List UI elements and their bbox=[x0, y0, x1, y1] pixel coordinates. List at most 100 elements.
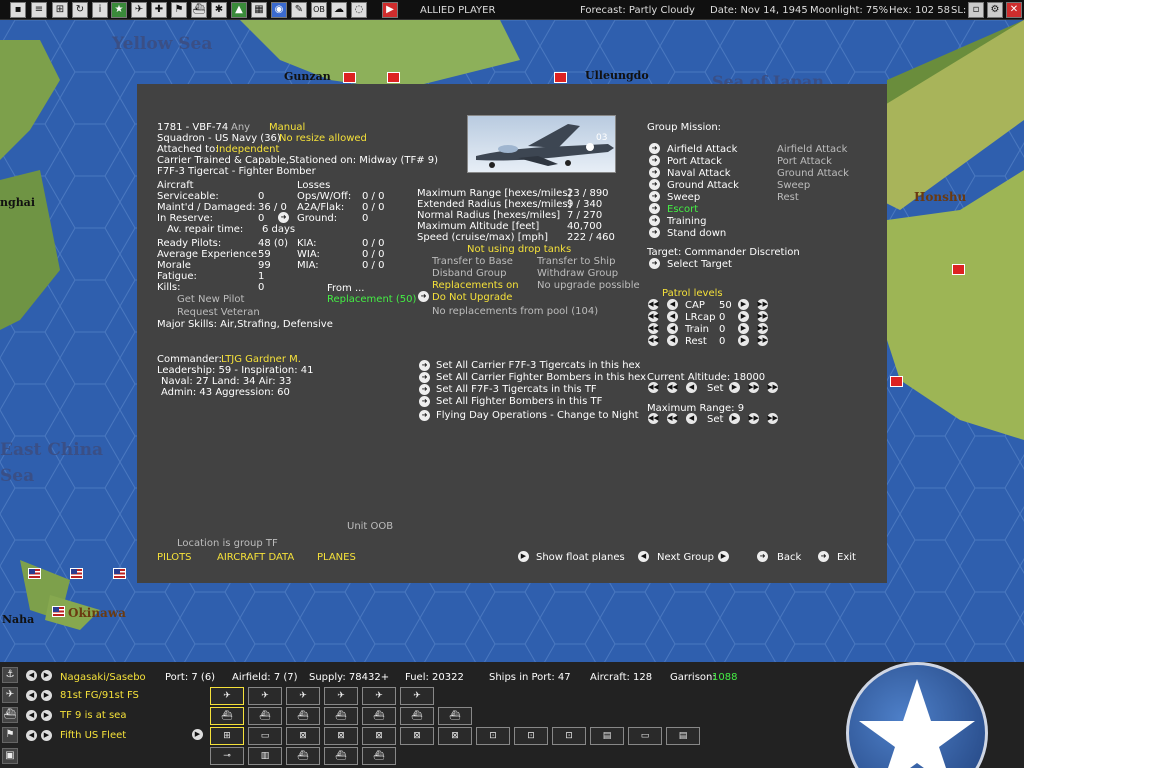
select-target-button[interactable]: Select Target bbox=[667, 259, 732, 270]
secondary-rest[interactable]: Rest bbox=[777, 192, 799, 203]
land-slot[interactable]: ▭ bbox=[248, 727, 282, 745]
us-flag-icon[interactable] bbox=[28, 568, 41, 579]
altitude-set-button[interactable]: Set bbox=[707, 383, 723, 394]
reserve-arrow-icon[interactable]: ➜ bbox=[278, 212, 289, 223]
star-icon[interactable]: ★ bbox=[111, 2, 127, 18]
play-icon[interactable]: ▶ bbox=[382, 2, 398, 18]
land-slot[interactable]: ⊠ bbox=[324, 727, 358, 745]
us-flag-icon[interactable] bbox=[52, 606, 65, 617]
mission-escort[interactable]: Escort bbox=[667, 204, 698, 215]
next-base-icon[interactable]: ▶ bbox=[41, 670, 52, 681]
mission-arrow-icon[interactable]: ➜ bbox=[649, 203, 660, 214]
fleet-icon[interactable]: ⚑ bbox=[2, 727, 18, 743]
pilots-tab[interactable]: PILOTS bbox=[157, 552, 192, 563]
altitude-decrease-small-icon[interactable]: ◀ bbox=[686, 382, 697, 393]
base-name[interactable]: Nagasaki/Sasebo bbox=[60, 672, 146, 683]
show-float-arrow-icon[interactable]: ▶ bbox=[518, 551, 529, 562]
mission-ground-attack[interactable]: Ground Attack bbox=[667, 180, 739, 191]
set-all-arrow-icon[interactable]: ➜ bbox=[419, 384, 430, 395]
replacements-on-toggle[interactable]: Replacements on bbox=[432, 280, 519, 291]
mission-sweep[interactable]: Sweep bbox=[667, 192, 700, 203]
attack-icon[interactable]: ✚ bbox=[151, 2, 167, 18]
ship-icon[interactable]: ⛴ bbox=[191, 2, 207, 18]
altitude-decrease-fast-icon[interactable]: ◀◀ bbox=[648, 382, 659, 393]
range-decrease-icon[interactable]: ◀◀ bbox=[667, 413, 678, 424]
misc-slot[interactable]: ⛴ bbox=[362, 747, 396, 765]
back-arrow-icon[interactable]: ➜ bbox=[757, 551, 768, 562]
show-float-button[interactable]: Show float planes bbox=[536, 552, 625, 563]
ship-slot[interactable]: ⛴ bbox=[400, 707, 434, 725]
back-button[interactable]: Back bbox=[777, 552, 801, 563]
withdraw-button[interactable]: Withdraw Group bbox=[537, 268, 618, 279]
exit-arrow-icon[interactable]: ➜ bbox=[818, 551, 829, 562]
air-unit-name[interactable]: 81st FG/91st FS bbox=[60, 690, 139, 701]
altitude-increase-icon[interactable]: ▶▶ bbox=[748, 382, 759, 393]
mission-stand-down[interactable]: Stand down bbox=[667, 228, 726, 239]
altitude-decrease-icon[interactable]: ◀◀ bbox=[667, 382, 678, 393]
next-tf-icon[interactable]: ▶ bbox=[41, 710, 52, 721]
prev-base-icon[interactable]: ◀ bbox=[26, 670, 37, 681]
range-decrease-fast-icon[interactable]: ◀◀ bbox=[648, 413, 659, 424]
next-group-button[interactable]: Next Group bbox=[657, 552, 714, 563]
land-slot[interactable]: ⊠ bbox=[286, 727, 320, 745]
air-slot[interactable]: ✈ bbox=[248, 687, 282, 705]
range-decrease-small-icon[interactable]: ◀ bbox=[686, 413, 697, 424]
increase-fast-icon[interactable]: ▶▶ bbox=[757, 311, 768, 322]
misc-slot[interactable]: ▥ bbox=[248, 747, 282, 765]
orders-icon[interactable]: ✎ bbox=[291, 2, 307, 18]
set-all-carrier-type-button[interactable]: Set All Carrier F7F-3 Tigercats in this … bbox=[436, 360, 640, 371]
set-all-tf-type-button[interactable]: Set All F7F-3 Tigercats in this TF bbox=[436, 384, 597, 395]
flag-icon[interactable]: ⚑ bbox=[171, 2, 187, 18]
previous-group-icon[interactable]: ◀ bbox=[638, 551, 649, 562]
attached-value[interactable]: Independent bbox=[216, 144, 279, 155]
next-fleet-icon[interactable]: ▶ bbox=[41, 730, 52, 741]
fleet-name[interactable]: Fifth US Fleet bbox=[60, 730, 126, 741]
base-icon[interactable]: ⚓ bbox=[2, 667, 18, 683]
land-slot[interactable]: ⊡ bbox=[476, 727, 510, 745]
air-slot[interactable]: ✈ bbox=[210, 687, 244, 705]
secondary-airfield-attack[interactable]: Airfield Attack bbox=[777, 144, 847, 155]
mission-arrow-icon[interactable]: ➜ bbox=[649, 227, 660, 238]
land-slot[interactable]: ⊠ bbox=[400, 727, 434, 745]
commander-name[interactable]: LTJG Gardner M. bbox=[221, 354, 301, 365]
ship-slot[interactable]: ⛴ bbox=[324, 707, 358, 725]
aircraft-data-tab[interactable]: AIRCRAFT DATA bbox=[217, 552, 294, 563]
manual-toggle[interactable]: Manual bbox=[269, 122, 305, 133]
prev-tf-icon[interactable]: ◀ bbox=[26, 710, 37, 721]
altitude-increase-fast-icon[interactable]: ▶▶ bbox=[767, 382, 778, 393]
range-set-button[interactable]: Set bbox=[707, 414, 723, 425]
next-air-icon[interactable]: ▶ bbox=[41, 690, 52, 701]
land-slot[interactable]: ⊡ bbox=[552, 727, 586, 745]
mission-arrow-icon[interactable]: ➜ bbox=[649, 191, 660, 202]
ob-button[interactable]: OB bbox=[311, 2, 327, 18]
set-all-arrow-icon[interactable]: ➜ bbox=[419, 372, 430, 383]
increase-icon[interactable]: ▶ bbox=[738, 335, 749, 346]
window-icon[interactable]: ▫ bbox=[968, 2, 984, 18]
increase-fast-icon[interactable]: ▶▶ bbox=[757, 323, 768, 334]
disband-button[interactable]: Disband Group bbox=[432, 268, 506, 279]
exit-button[interactable]: Exit bbox=[837, 552, 856, 563]
range-increase-icon[interactable]: ▶▶ bbox=[748, 413, 759, 424]
any-label[interactable]: Any bbox=[231, 122, 250, 133]
us-flag-icon[interactable] bbox=[113, 568, 126, 579]
next-group-icon[interactable]: ▶ bbox=[718, 551, 729, 562]
japan-flag-icon[interactable] bbox=[343, 72, 356, 83]
set-all-arrow-icon[interactable]: ➜ bbox=[419, 360, 430, 371]
settings-icon[interactable]: ⚙ bbox=[987, 2, 1003, 18]
reload-icon[interactable]: ↻ bbox=[72, 2, 88, 18]
increase-icon[interactable]: ▶ bbox=[738, 323, 749, 334]
globe-icon[interactable]: ◉ bbox=[271, 2, 287, 18]
mission-arrow-icon[interactable]: ➜ bbox=[649, 179, 660, 190]
ship-slot[interactable]: ⛴ bbox=[286, 707, 320, 725]
ship-slot[interactable]: ⛴ bbox=[210, 707, 244, 725]
set-all-arrow-icon[interactable]: ➜ bbox=[419, 396, 430, 407]
cloud-icon[interactable]: ◌ bbox=[351, 2, 367, 18]
tf-icon[interactable]: ⛴ bbox=[2, 707, 18, 723]
base-icon[interactable]: ▦ bbox=[251, 2, 267, 18]
set-all-carrier-role-button[interactable]: Set All Carrier Fighter Bombers in this … bbox=[436, 372, 646, 383]
japan-flag-icon[interactable] bbox=[387, 72, 400, 83]
set-all-tf-role-button[interactable]: Set All Fighter Bombers in this TF bbox=[436, 396, 602, 407]
land-slot[interactable]: ⊠ bbox=[438, 727, 472, 745]
decrease-fast-icon[interactable]: ◀◀ bbox=[648, 311, 659, 322]
increase-icon[interactable]: ▶ bbox=[738, 299, 749, 310]
